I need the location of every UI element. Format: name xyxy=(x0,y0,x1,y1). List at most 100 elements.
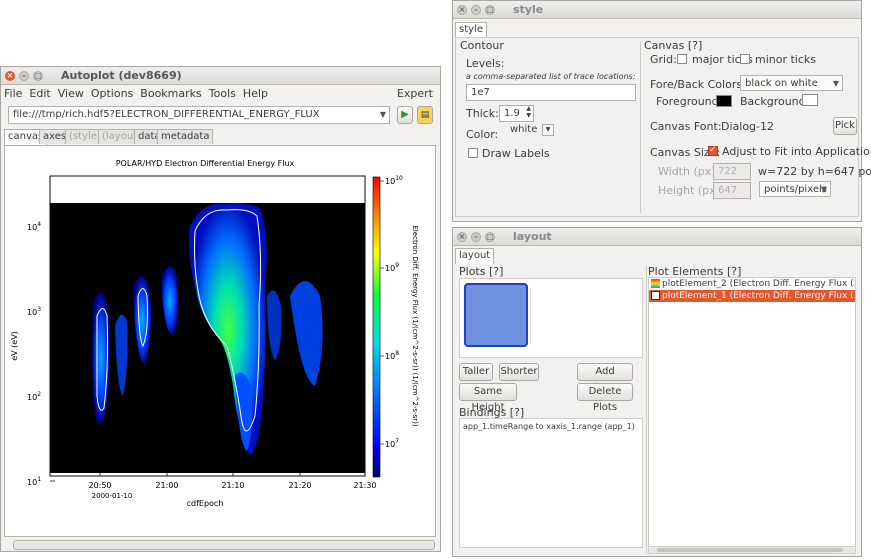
foreground-swatch[interactable] xyxy=(716,95,732,107)
major-ticks-checkbox[interactable] xyxy=(677,54,687,64)
y-axis: 104 103 102 101 eV (eV) xyxy=(10,221,55,487)
x-axis: 20:50 21:00 21:10 21:20 21:30 2000-01-10… xyxy=(88,471,377,508)
go-button[interactable]: ▶ xyxy=(397,106,413,124)
levels-label: Levels: xyxy=(466,57,505,70)
units-value: points/pixels xyxy=(764,184,827,195)
background-label: Background: xyxy=(740,95,810,108)
colorbar: 1010 109 108 107 Electron Diff. Energy F… xyxy=(372,175,419,478)
window-title: style xyxy=(513,3,544,16)
x-tick-label: 20:50 xyxy=(88,481,111,490)
menu-help[interactable]: Help xyxy=(243,87,268,100)
menu-view[interactable]: View xyxy=(58,87,84,100)
plots-header: Plots [?] xyxy=(459,265,504,278)
tab-layout[interactable]: layout xyxy=(455,248,495,264)
color-value: white xyxy=(510,124,538,135)
scroll-thumb[interactable] xyxy=(657,548,843,552)
thick-spinner[interactable]: 1.9 ▲ ▼ xyxy=(499,105,534,122)
minimize-icon[interactable]: – xyxy=(471,4,481,15)
x-axis-label: cdfEpoch xyxy=(187,499,224,508)
background-swatch[interactable] xyxy=(802,94,818,106)
close-icon[interactable]: × xyxy=(457,231,467,242)
colorbar-tick-label: 1010 xyxy=(385,175,403,186)
style-window: × – □ style style Contour Levels: a comm… xyxy=(452,0,871,222)
menu-file[interactable]: File xyxy=(4,87,22,100)
spectrogram-icon xyxy=(651,279,660,288)
status-bar[interactable] xyxy=(13,540,435,550)
menu-bar: File Edit View Options Bookmarks Tools H… xyxy=(1,85,440,102)
menu-bookmarks[interactable]: Bookmarks xyxy=(140,87,201,100)
levels-input[interactable]: 1e7 xyxy=(466,84,636,101)
browse-button[interactable]: ▤ xyxy=(417,106,433,124)
y-tick-label: 103 xyxy=(27,306,41,317)
pick-font-button[interactable]: Pick xyxy=(833,117,857,135)
same-height-button[interactable]: Same Height xyxy=(459,383,517,413)
minimize-icon[interactable]: – xyxy=(471,231,481,242)
taller-button[interactable]: Taller xyxy=(459,363,493,381)
chevron-down-icon[interactable]: ▼ xyxy=(380,107,386,123)
contour-icon xyxy=(651,291,660,300)
expert-menu[interactable]: Expert xyxy=(397,87,433,100)
layout-divider xyxy=(646,266,647,554)
y-tick-label: 101 xyxy=(27,476,41,487)
autoplot-titlebar[interactable]: × – □ Autoplot (dev8669) xyxy=(1,67,440,85)
colorbar-tick-label: 108 xyxy=(385,350,399,361)
tab-metadata[interactable]: metadata xyxy=(157,129,214,144)
play-icon: ▶ xyxy=(401,109,409,120)
units-select[interactable]: points/pixels ▼ xyxy=(759,181,831,197)
shorter-button[interactable]: Shorter xyxy=(499,363,539,381)
uri-text: file:///tmp/rich.hdf5?ELECTRON_DIFFERENT… xyxy=(13,109,320,120)
colorbar-label: Electron Diff. Energy Flux (1/(cm^2-s-sr… xyxy=(411,225,419,426)
spinner-arrows-icon[interactable]: ▲ ▼ xyxy=(526,106,531,119)
menu-options[interactable]: Options xyxy=(91,87,133,100)
chevron-down-icon[interactable]: ▼ xyxy=(821,182,827,196)
binding-item[interactable]: app_1.timeRange to xaxis_1.range (app_1) xyxy=(460,419,642,434)
adjust-fit-checkbox[interactable] xyxy=(708,145,718,156)
height-input[interactable]: 647 xyxy=(713,182,751,199)
close-icon[interactable]: × xyxy=(457,4,467,15)
minimize-icon[interactable]: – xyxy=(19,70,29,81)
minor-ticks-checkbox[interactable] xyxy=(740,54,750,64)
tab-strip: canvas axes (style) (layout) data metada… xyxy=(4,129,440,146)
menu-tools[interactable]: Tools xyxy=(209,87,236,100)
horizontal-scrollbar[interactable] xyxy=(648,546,856,554)
foreground-label: Foreground: xyxy=(656,95,723,108)
uri-input[interactable]: file:///tmp/rich.hdf5?ELECTRON_DIFFERENT… xyxy=(8,106,390,124)
plot-element-label: plotElement_2 (Electron Diff. Energy Flu… xyxy=(662,279,855,289)
plot-thumbnail[interactable] xyxy=(464,283,528,347)
color-label: Color: xyxy=(466,128,499,141)
x-tick-label: 21:10 xyxy=(221,481,244,490)
draw-labels-checkbox[interactable] xyxy=(468,148,478,158)
plot-canvas[interactable]: POLAR/HYD Electron Differential Energy F… xyxy=(4,145,436,537)
grid-label: Grid: xyxy=(650,53,677,66)
chevron-down-icon[interactable]: ▼ xyxy=(833,76,839,90)
add-plots-button[interactable]: Add Plots... xyxy=(577,363,633,393)
plot-element-label: plotElement_1 (Electron Diff. Energy Flu… xyxy=(662,291,855,301)
maximize-icon[interactable]: □ xyxy=(485,4,495,15)
delete-plots-button[interactable]: Delete Plots xyxy=(577,383,633,413)
plots-preview[interactable] xyxy=(459,278,643,358)
folder-icon: ▤ xyxy=(420,110,430,120)
close-icon[interactable]: × xyxy=(5,70,15,81)
foreback-select[interactable]: black on white ▼ xyxy=(740,75,843,91)
width-input[interactable]: 722 xyxy=(713,163,751,180)
list-item[interactable]: plotElement_1 (Electron Diff. Energy Flu… xyxy=(649,290,855,302)
maximize-icon[interactable]: □ xyxy=(33,70,43,81)
menu-edit[interactable]: Edit xyxy=(29,87,50,100)
canvas-divider xyxy=(640,41,641,213)
colorbar-tick-label: 107 xyxy=(385,438,399,449)
style-titlebar[interactable]: × – □ style xyxy=(453,1,861,19)
x-tick-label: 21:30 xyxy=(353,481,376,490)
plot-elements-list[interactable]: plotElement_2 (Electron Diff. Energy Flu… xyxy=(648,277,856,547)
tab-style[interactable]: style xyxy=(455,22,487,38)
plot-thumbnail-axis xyxy=(530,289,531,344)
plot-title: POLAR/HYD Electron Differential Energy F… xyxy=(116,159,295,168)
window-title: Autoplot (dev8669) xyxy=(61,69,182,82)
maximize-icon[interactable]: □ xyxy=(485,231,495,242)
color-dropdown-button[interactable]: ▼ xyxy=(542,124,554,136)
bindings-list[interactable]: app_1.timeRange to xaxis_1.range (app_1) xyxy=(459,418,643,548)
list-item[interactable]: plotElement_2 (Electron Diff. Energy Flu… xyxy=(649,278,855,290)
spectrogram-plot: POLAR/HYD Electron Differential Energy F… xyxy=(10,159,419,508)
chevron-down-icon: ▼ xyxy=(545,126,551,133)
levels-hint: a comma-separated list of trace location… xyxy=(466,72,636,81)
layout-titlebar[interactable]: × – □ layout xyxy=(453,228,861,246)
